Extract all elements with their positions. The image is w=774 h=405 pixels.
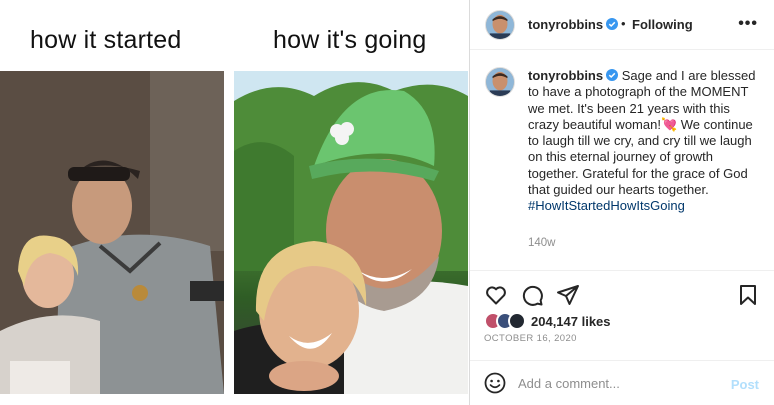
- meme-caption-going: how it's going: [273, 26, 427, 54]
- caption-time-ago[interactable]: 140w: [528, 237, 556, 249]
- separator-dot: •: [621, 16, 626, 31]
- action-bar: [470, 270, 774, 316]
- bookmark-icon[interactable]: [736, 283, 760, 307]
- post-button[interactable]: Post: [731, 377, 759, 392]
- verified-badge-icon: [606, 18, 619, 30]
- likes-count[interactable]: 204,147 likes: [531, 314, 611, 329]
- post-panel: tonyrobbins • Following ••• tonyrobbins …: [470, 0, 774, 405]
- caption-avatar[interactable]: [485, 67, 515, 97]
- caption-body: Sage and I are blessed to have a photogr…: [528, 68, 756, 198]
- header-username[interactable]: tonyrobbins: [528, 17, 619, 32]
- avatar[interactable]: [485, 10, 515, 40]
- add-comment-bar: Post: [470, 360, 774, 405]
- caption-username[interactable]: tonyrobbins: [528, 68, 603, 83]
- caption-text-block: tonyrobbins Sage and I are blessed to ha…: [528, 68, 760, 215]
- photo-how-its-going: [234, 71, 468, 394]
- hashtag-link[interactable]: #HowItStartedHowItsGoing: [528, 198, 760, 214]
- comment-input[interactable]: [518, 369, 718, 397]
- header-username-text[interactable]: tonyrobbins: [528, 17, 603, 32]
- post-image[interactable]: how it started how it's going: [0, 0, 470, 405]
- heart-icon[interactable]: [484, 283, 508, 307]
- likes-row: 204,147 likes: [484, 311, 764, 331]
- share-icon[interactable]: [556, 283, 580, 307]
- photo-how-it-started: [0, 71, 224, 394]
- verified-badge-icon: [606, 69, 619, 81]
- caption-area: tonyrobbins Sage and I are blessed to ha…: [470, 51, 774, 269]
- comment-icon[interactable]: [520, 283, 544, 307]
- post-date[interactable]: OCTOBER 16, 2020: [484, 333, 577, 344]
- emoji-icon[interactable]: [484, 372, 506, 394]
- meme-caption-started: how it started: [30, 26, 182, 54]
- post-header: tonyrobbins • Following •••: [470, 0, 774, 50]
- liker-avatars[interactable]: [484, 311, 528, 331]
- more-horizontal-icon[interactable]: •••: [738, 15, 758, 33]
- following-button[interactable]: Following: [632, 17, 693, 32]
- liker-avatar: [508, 312, 526, 330]
